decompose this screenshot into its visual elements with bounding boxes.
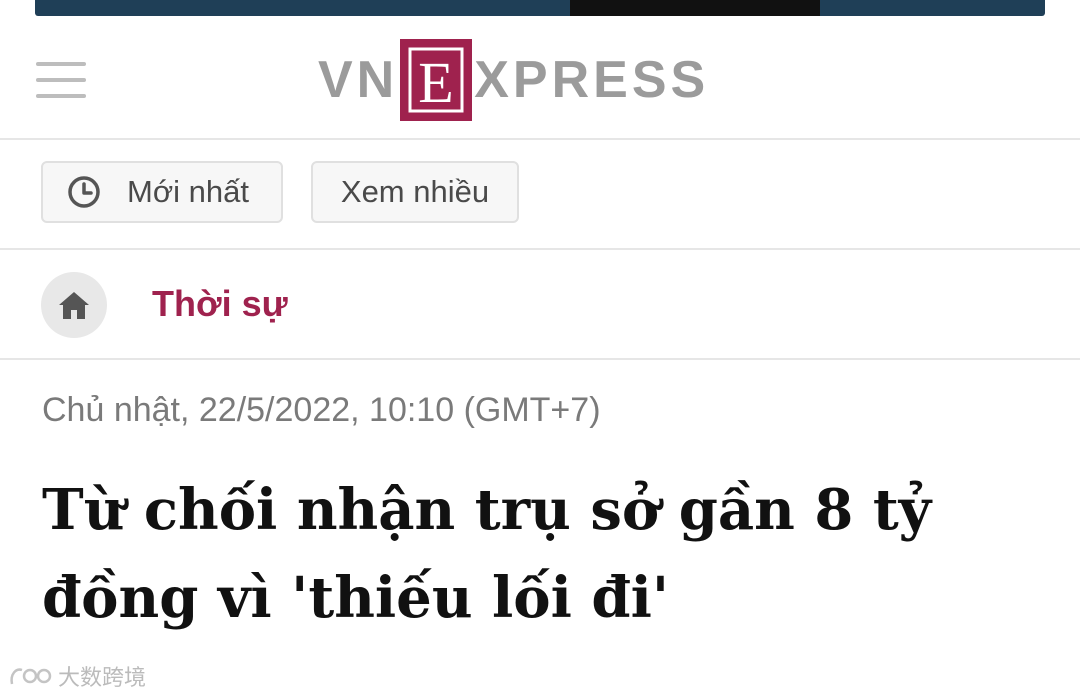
article-date: Chủ nhật, 22/5/2022, 10:10 (GMT+7)	[42, 391, 601, 429]
watermark-text: 大数跨境	[58, 665, 147, 690]
home-button[interactable]	[41, 272, 107, 338]
home-icon	[59, 292, 89, 319]
tab-latest-label: Mới nhất	[127, 174, 249, 209]
tab-latest[interactable]: Mới nhất	[41, 161, 283, 223]
vnexpress-logo[interactable]: VN E XPRESS	[318, 36, 709, 124]
banner-image	[570, 0, 820, 16]
tabs-row: Mới nhất Xem nhiều	[0, 138, 1080, 250]
logo-suffix: XPRESS	[474, 51, 710, 109]
svg-text:E: E	[419, 50, 454, 115]
watermark-logo-icon	[10, 668, 52, 685]
category-link[interactable]: Thời sự	[152, 283, 288, 325]
top-banner-ad[interactable]	[35, 0, 1045, 16]
hamburger-menu-icon[interactable]	[36, 62, 86, 98]
breadcrumb: Thời sự	[0, 250, 1080, 360]
tab-popular-label: Xem nhiều	[340, 174, 490, 209]
article-title: Từ chối nhận trụ sở gần 8 tỷ đồng vì 'th…	[42, 477, 932, 631]
logo-prefix: VN	[318, 51, 399, 109]
tab-popular[interactable]: Xem nhiều	[311, 161, 519, 223]
site-header: VN E XPRESS	[0, 16, 1080, 140]
clock-icon	[68, 176, 100, 208]
logo-e-mark: E	[400, 39, 473, 121]
watermark: 大数跨境	[8, 660, 146, 692]
